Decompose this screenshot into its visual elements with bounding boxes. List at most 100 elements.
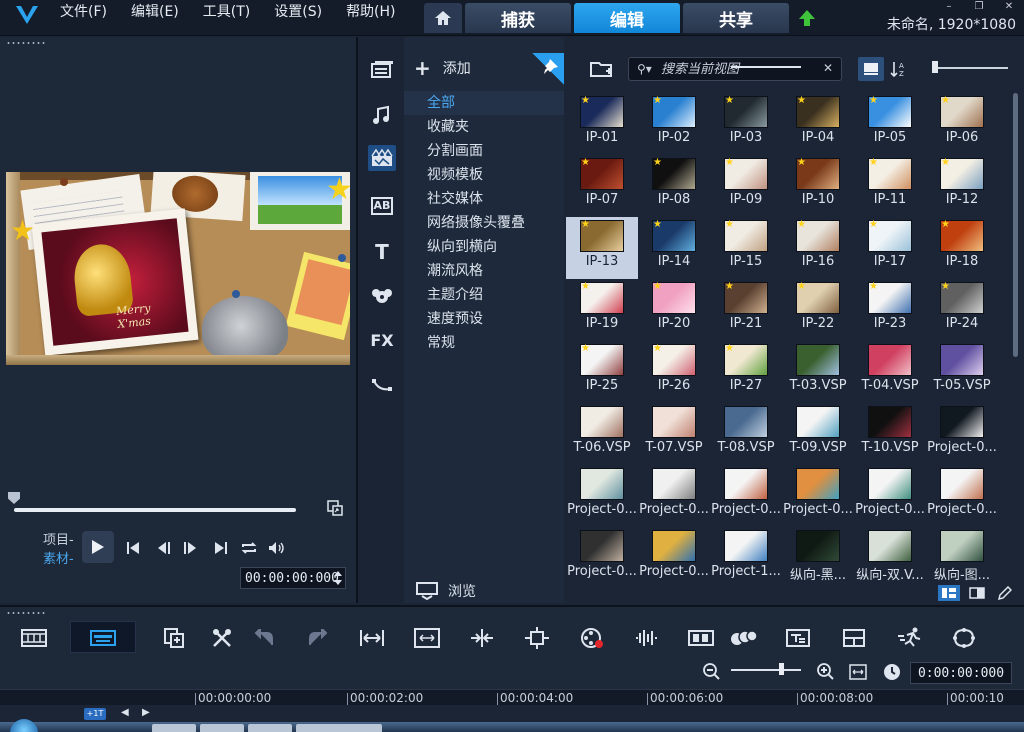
project-mode-toggle[interactable]: 项目-: [43, 529, 74, 548]
template-thumbnail[interactable]: ★ IP-24: [926, 279, 998, 341]
add-category-button[interactable]: + 添加: [414, 57, 471, 79]
home-tab[interactable]: [424, 3, 462, 33]
template-thumbnail[interactable]: ★ IP-13: [566, 217, 638, 279]
play-button[interactable]: [82, 531, 114, 563]
template-thumbnail[interactable]: ★ IP-07: [566, 155, 638, 217]
template-thumbnail[interactable]: ★ IP-05: [854, 93, 926, 155]
zoom-out-button[interactable]: [698, 659, 726, 685]
template-thumbnail[interactable]: ★ IP-16: [782, 217, 854, 279]
thumbnail-scrollbar[interactable]: [1013, 93, 1018, 357]
menu-tools[interactable]: 工具(T): [191, 0, 262, 24]
go-end-button[interactable]: [212, 539, 230, 557]
redo-button[interactable]: [304, 625, 332, 651]
template-thumbnail[interactable]: T-09.VSP: [782, 403, 854, 465]
template-thumbnail[interactable]: ★ IP-20: [638, 279, 710, 341]
template-thumbnail[interactable]: ★ IP-11: [854, 155, 926, 217]
template-thumbnail[interactable]: Project-0...: [638, 465, 710, 527]
scrubber-handle[interactable]: [8, 492, 20, 504]
template-thumbnail[interactable]: Project-0...: [638, 527, 710, 589]
time-remap-button[interactable]: [896, 625, 924, 651]
template-thumbnail[interactable]: ★ IP-04: [782, 93, 854, 155]
template-thumbnail[interactable]: ★ IP-22: [782, 279, 854, 341]
category-item[interactable]: 收藏夹: [404, 115, 564, 139]
template-thumbnail[interactable]: T-08.VSP: [710, 403, 782, 465]
undo-button[interactable]: [250, 625, 278, 651]
template-thumbnail[interactable]: Project-0...: [782, 465, 854, 527]
audio-mixer-button[interactable]: [632, 625, 660, 651]
go-start-button[interactable]: [124, 539, 142, 557]
template-thumbnail[interactable]: ★ IP-08: [638, 155, 710, 217]
template-thumbnail[interactable]: ★ IP-18: [926, 217, 998, 279]
text-t-icon[interactable]: T: [368, 239, 396, 265]
fit-zoom-button[interactable]: [844, 659, 872, 685]
template-thumbnail[interactable]: ★ IP-09: [710, 155, 782, 217]
panel-grip[interactable]: [6, 41, 46, 45]
template-thumbnail[interactable]: ★ IP-15: [710, 217, 782, 279]
sort-button[interactable]: AZ: [886, 57, 912, 81]
preview-timecode[interactable]: 00:00:00:000: [240, 567, 346, 589]
menu-settings[interactable]: 设置(S): [262, 0, 334, 24]
template-thumbnail[interactable]: ★ IP-06: [926, 93, 998, 155]
search-input[interactable]: [661, 60, 821, 78]
tab-share[interactable]: 共享: [683, 3, 789, 33]
multi-camera-button[interactable]: [687, 625, 715, 651]
scrubber-track[interactable]: [14, 508, 296, 512]
split-clip-button[interactable]: [468, 625, 496, 651]
taskbar-item[interactable]: [152, 724, 196, 732]
zoom-in-button[interactable]: [812, 659, 840, 685]
template-thumbnail[interactable]: T-10.VSP: [854, 403, 926, 465]
pan-zoom-button[interactable]: [523, 625, 551, 651]
template-thumbnail[interactable]: ★ IP-03: [710, 93, 782, 155]
template-thumbnail[interactable]: Project-0...: [926, 403, 998, 465]
template-thumbnail[interactable]: ★ IP-26: [638, 341, 710, 403]
template-icon[interactable]: [368, 145, 396, 171]
template-thumbnail[interactable]: T-07.VSP: [638, 403, 710, 465]
template-thumbnail[interactable]: ★ IP-02: [638, 93, 710, 155]
add-track-tag[interactable]: +1T: [84, 708, 106, 720]
fit-to-project-button[interactable]: [413, 625, 441, 651]
upload-button[interactable]: [792, 3, 822, 33]
edit-button[interactable]: [994, 585, 1016, 601]
timeline-ruler[interactable]: 00:00:00:00 00:00:02:00 00:00:04:00 00:0…: [0, 689, 1024, 705]
template-thumbnail[interactable]: ★ IP-01: [566, 93, 638, 155]
scroll-left-icon[interactable]: ◀: [121, 707, 129, 718]
repeat-button[interactable]: [240, 539, 258, 557]
template-thumbnail[interactable]: ★ IP-14: [638, 217, 710, 279]
template-thumbnail[interactable]: ★ IP-19: [566, 279, 638, 341]
template-thumbnail[interactable]: ★ IP-10: [782, 155, 854, 217]
template-thumbnail[interactable]: 纵向-图...: [926, 527, 998, 589]
thumbnail-size-knob[interactable]: [932, 61, 938, 73]
category-item[interactable]: 潮流风格: [404, 259, 564, 283]
media-icon[interactable]: [368, 57, 396, 83]
template-thumbnail[interactable]: T-03.VSP: [782, 341, 854, 403]
template-thumbnail[interactable]: ★ IP-23: [854, 279, 926, 341]
template-thumbnail[interactable]: Project-0...: [710, 465, 782, 527]
subtitle-editor-button[interactable]: [784, 625, 812, 651]
title-ab-icon[interactable]: AB: [368, 193, 396, 219]
template-thumbnail[interactable]: ★ IP-25: [566, 341, 638, 403]
taskbar-item[interactable]: [296, 724, 340, 732]
fit-timeline-button[interactable]: [358, 625, 386, 651]
clock-button[interactable]: [878, 659, 906, 685]
template-thumbnail[interactable]: T-05.VSP: [926, 341, 998, 403]
clip-mode-toggle[interactable]: 素材-: [43, 548, 74, 567]
category-item[interactable]: 视频模板: [404, 163, 564, 187]
split-screen-button[interactable]: [840, 625, 868, 651]
taskbar-item[interactable]: [200, 724, 244, 732]
template-thumbnail[interactable]: Project-0...: [854, 465, 926, 527]
volume-button[interactable]: [268, 539, 286, 557]
template-thumbnail[interactable]: ★ IP-21: [710, 279, 782, 341]
mask-creator-button[interactable]: [950, 625, 978, 651]
category-item[interactable]: 常规: [404, 331, 564, 355]
taskbar-item[interactable]: [338, 724, 382, 732]
template-thumbnail[interactable]: ★ IP-27: [710, 341, 782, 403]
zoom-slider[interactable]: [731, 66, 801, 68]
timeline-view-button[interactable]: [89, 625, 117, 651]
timeline-timecode[interactable]: 0:00:00:000: [910, 662, 1012, 684]
zoom-slider-knob[interactable]: [779, 663, 784, 675]
enlarge-preview-icon[interactable]: [327, 500, 343, 516]
timecode-spinner-icon[interactable]: [333, 570, 343, 586]
menu-edit[interactable]: 编辑(E): [119, 0, 191, 24]
tab-edit[interactable]: 编辑: [574, 3, 680, 33]
category-item[interactable]: 主题介绍: [404, 283, 564, 307]
